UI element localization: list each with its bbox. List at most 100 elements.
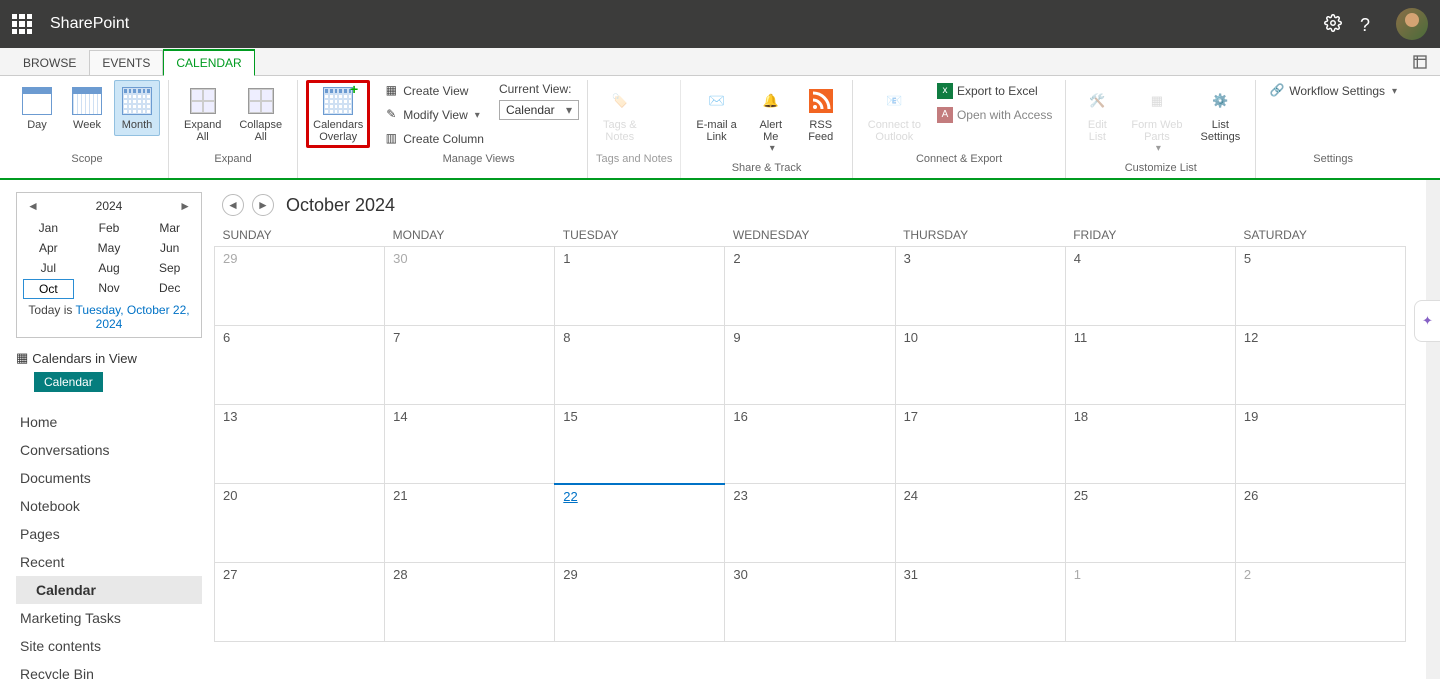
- calendar-day-cell[interactable]: 9: [725, 326, 895, 405]
- focus-content-icon[interactable]: [1412, 54, 1428, 73]
- calendar-day-cell[interactable]: 18: [1065, 405, 1235, 484]
- calendar-badge[interactable]: Calendar: [34, 372, 103, 392]
- calendar-day-cell[interactable]: 10: [895, 326, 1065, 405]
- ribbon-group-manage-views: ▦Create View ✎Modify View ▥Create Column…: [370, 80, 588, 178]
- nav-item[interactable]: Pages: [16, 520, 202, 548]
- mini-cal-month[interactable]: Jul: [23, 259, 74, 277]
- mini-cal-month[interactable]: Apr: [23, 239, 74, 257]
- calendar-day-cell[interactable]: 12: [1235, 326, 1405, 405]
- scope-month-button[interactable]: Month: [114, 80, 160, 136]
- nav-item[interactable]: Recent: [16, 548, 202, 576]
- ribbon-tabstrip: BROWSE EVENTS CALENDAR: [0, 48, 1440, 76]
- calendar-day-cell[interactable]: 15: [555, 405, 725, 484]
- tab-browse[interactable]: BROWSE: [10, 50, 89, 75]
- current-view-select[interactable]: Calendar: [499, 100, 579, 120]
- export-excel-button[interactable]: xExport to Excel: [932, 80, 1043, 102]
- workflow-settings-button[interactable]: 🔗Workflow Settings: [1264, 80, 1402, 102]
- calendar-day-cell[interactable]: 13: [215, 405, 385, 484]
- calendar-day-cell[interactable]: 5: [1235, 247, 1405, 326]
- create-view-button[interactable]: ▦Create View: [378, 80, 473, 102]
- calendar-day-cell[interactable]: 16: [725, 405, 895, 484]
- mini-cal-month[interactable]: Nov: [84, 279, 135, 299]
- calendar-day-cell[interactable]: 1: [1065, 563, 1235, 642]
- content-area: ◄ 2024 ► JanFebMarAprMayJunJulAugSepOctN…: [0, 180, 1440, 679]
- create-column-button[interactable]: ▥Create Column: [378, 128, 489, 150]
- mini-cal-month[interactable]: May: [84, 239, 135, 257]
- calendar-title: October 2024: [286, 195, 395, 216]
- calendar-day-cell[interactable]: 27: [215, 563, 385, 642]
- rss-feed-button[interactable]: RSS Feed: [798, 80, 844, 148]
- nav-item[interactable]: Home: [16, 408, 202, 436]
- calendar-day-cell[interactable]: 3: [895, 247, 1065, 326]
- ribbon-group-expand: Expand All Collapse All Expand: [169, 80, 298, 178]
- calendar-day-cell[interactable]: 11: [1065, 326, 1235, 405]
- calendar-day-cell[interactable]: 21: [385, 484, 555, 563]
- calendar-day-cell[interactable]: 26: [1235, 484, 1405, 563]
- mini-cal-month[interactable]: Feb: [84, 219, 135, 237]
- prev-month-button[interactable]: ◄: [222, 194, 244, 216]
- help-icon[interactable]: ?: [1360, 15, 1378, 33]
- calendar-day-cell[interactable]: 8: [555, 326, 725, 405]
- day-header: MONDAY: [385, 224, 555, 247]
- calendar-day-cell[interactable]: 22: [555, 484, 725, 563]
- nav-item[interactable]: Notebook: [16, 492, 202, 520]
- calendar-day-cell[interactable]: 28: [385, 563, 555, 642]
- modify-view-button[interactable]: ✎Modify View: [378, 104, 485, 126]
- nav-item[interactable]: Site contents: [16, 632, 202, 660]
- user-avatar[interactable]: [1396, 8, 1428, 40]
- mini-cal-month[interactable]: Dec: [144, 279, 195, 299]
- calendar-day-cell[interactable]: 1: [555, 247, 725, 326]
- next-month-button[interactable]: ►: [252, 194, 274, 216]
- tab-events[interactable]: EVENTS: [89, 50, 163, 75]
- nav-item[interactable]: Calendar: [16, 576, 202, 604]
- calendar-day-cell[interactable]: 31: [895, 563, 1065, 642]
- current-view-label: Current View:: [499, 80, 571, 98]
- calendar-day-cell[interactable]: 7: [385, 326, 555, 405]
- calendars-overlay-button[interactable]: Calendars Overlay: [306, 80, 370, 148]
- collapse-all-button[interactable]: Collapse All: [232, 80, 289, 148]
- calendar-day-cell[interactable]: 23: [725, 484, 895, 563]
- email-link-button[interactable]: ✉️E-mail a Link: [689, 80, 743, 148]
- calendar-day-cell[interactable]: 20: [215, 484, 385, 563]
- day-header: WEDNESDAY: [725, 224, 895, 247]
- calendar-day-cell[interactable]: 17: [895, 405, 1065, 484]
- calendar-day-cell[interactable]: 25: [1065, 484, 1235, 563]
- mini-cal-month[interactable]: Jan: [23, 219, 74, 237]
- mini-cal-month[interactable]: Oct: [23, 279, 74, 299]
- calendar-day-cell[interactable]: 30: [725, 563, 895, 642]
- nav-item[interactable]: Conversations: [16, 436, 202, 464]
- expand-icon: [190, 88, 216, 114]
- calendar-day-cell[interactable]: 24: [895, 484, 1065, 563]
- list-settings-button[interactable]: ⚙️List Settings: [1193, 80, 1247, 148]
- webparts-icon: ▦: [1141, 85, 1173, 117]
- mini-cal-next-icon[interactable]: ►: [179, 199, 191, 213]
- nav-item[interactable]: Marketing Tasks: [16, 604, 202, 632]
- calendar-day-cell[interactable]: 2: [725, 247, 895, 326]
- mini-cal-month[interactable]: Aug: [84, 259, 135, 277]
- calendar-day-cell[interactable]: 4: [1065, 247, 1235, 326]
- list-settings-icon: ⚙️: [1204, 85, 1236, 117]
- copilot-icon[interactable]: ✦: [1414, 300, 1440, 342]
- calendar-day-cell[interactable]: 29: [555, 563, 725, 642]
- calendar-day-cell[interactable]: 30: [385, 247, 555, 326]
- calendar-day-cell[interactable]: 14: [385, 405, 555, 484]
- calendar-day-cell[interactable]: 2: [1235, 563, 1405, 642]
- calendar-day-cell[interactable]: 19: [1235, 405, 1405, 484]
- nav-item[interactable]: Documents: [16, 464, 202, 492]
- calendar-day-cell[interactable]: 29: [215, 247, 385, 326]
- mini-cal-month[interactable]: Mar: [144, 219, 195, 237]
- settings-gear-icon[interactable]: [1324, 14, 1342, 35]
- today-link[interactable]: Tuesday, October 22, 2024: [76, 303, 190, 331]
- mini-cal-month[interactable]: Jun: [144, 239, 195, 257]
- nav-item[interactable]: Recycle Bin: [16, 660, 202, 679]
- scope-day-button[interactable]: Day: [14, 80, 60, 136]
- mini-cal-prev-icon[interactable]: ◄: [27, 199, 39, 213]
- tab-calendar[interactable]: CALENDAR: [163, 49, 254, 76]
- app-launcher-icon[interactable]: [12, 14, 32, 34]
- alert-me-button[interactable]: 🔔Alert Me: [748, 80, 794, 159]
- scope-week-button[interactable]: Week: [64, 80, 110, 136]
- ribbon-group-customize: 🛠️Edit List ▦Form Web Parts ⚙️List Setti…: [1066, 80, 1256, 178]
- expand-all-button[interactable]: Expand All: [177, 80, 228, 148]
- calendar-day-cell[interactable]: 6: [215, 326, 385, 405]
- mini-cal-month[interactable]: Sep: [144, 259, 195, 277]
